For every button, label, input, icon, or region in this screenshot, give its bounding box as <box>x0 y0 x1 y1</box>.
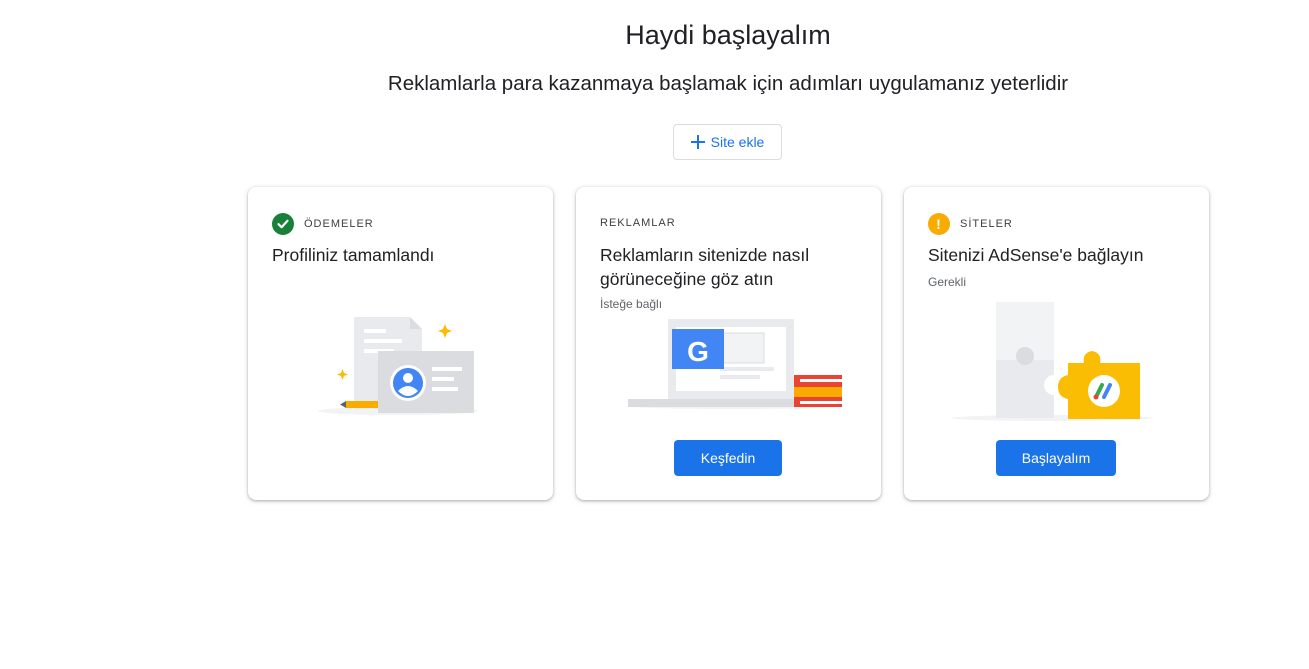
ads-eyebrow-label: REKLAMLAR <box>600 217 676 229</box>
payments-card: ÖDEMELER Profiliniz tamamlandı <box>248 187 553 500</box>
add-site-label: Site ekle <box>710 134 765 150</box>
sites-card-title: Sitenizi AdSense'e bağlayın <box>928 245 1144 265</box>
sites-eyebrow: ! SİTELER <box>928 213 1013 235</box>
warning-icon: ! <box>928 213 950 235</box>
puzzle-connect-illustration <box>952 302 1152 421</box>
ads-card: REKLAMLAR Reklamların sitenizde nasıl gö… <box>576 187 881 500</box>
plus-icon <box>690 135 705 149</box>
sites-card: ! SİTELER Sitenizi AdSense'e bağlayın Ge… <box>904 187 1209 500</box>
add-site-button[interactable]: Site ekle <box>673 124 782 160</box>
page-subtitle: Reklamlarla para kazanmaya başlamak için… <box>387 72 1069 95</box>
check-circle-icon <box>272 213 294 235</box>
google-g-glyph: G <box>687 336 709 367</box>
sites-card-note: Gerekli <box>928 275 967 289</box>
payments-card-title: Profiliniz tamamlandı <box>272 245 435 265</box>
ads-eyebrow: REKLAMLAR <box>600 212 676 234</box>
profile-document-illustration <box>318 317 478 415</box>
ads-card-title: Reklamların sitenizde nasıl görüneceğine… <box>600 245 810 289</box>
page-title: Haydi başlayalım <box>625 20 831 50</box>
payments-eyebrow-label: ÖDEMELER <box>304 218 374 230</box>
ads-card-note: İsteğe bağlı <box>600 297 663 311</box>
laptop-ad-preview-illustration: G <box>628 319 842 409</box>
payments-eyebrow: ÖDEMELER <box>272 213 374 235</box>
get-started-button[interactable]: Başlayalım <box>996 440 1116 476</box>
explore-button[interactable]: Keşfedin <box>674 440 782 476</box>
sites-eyebrow-label: SİTELER <box>960 218 1013 230</box>
